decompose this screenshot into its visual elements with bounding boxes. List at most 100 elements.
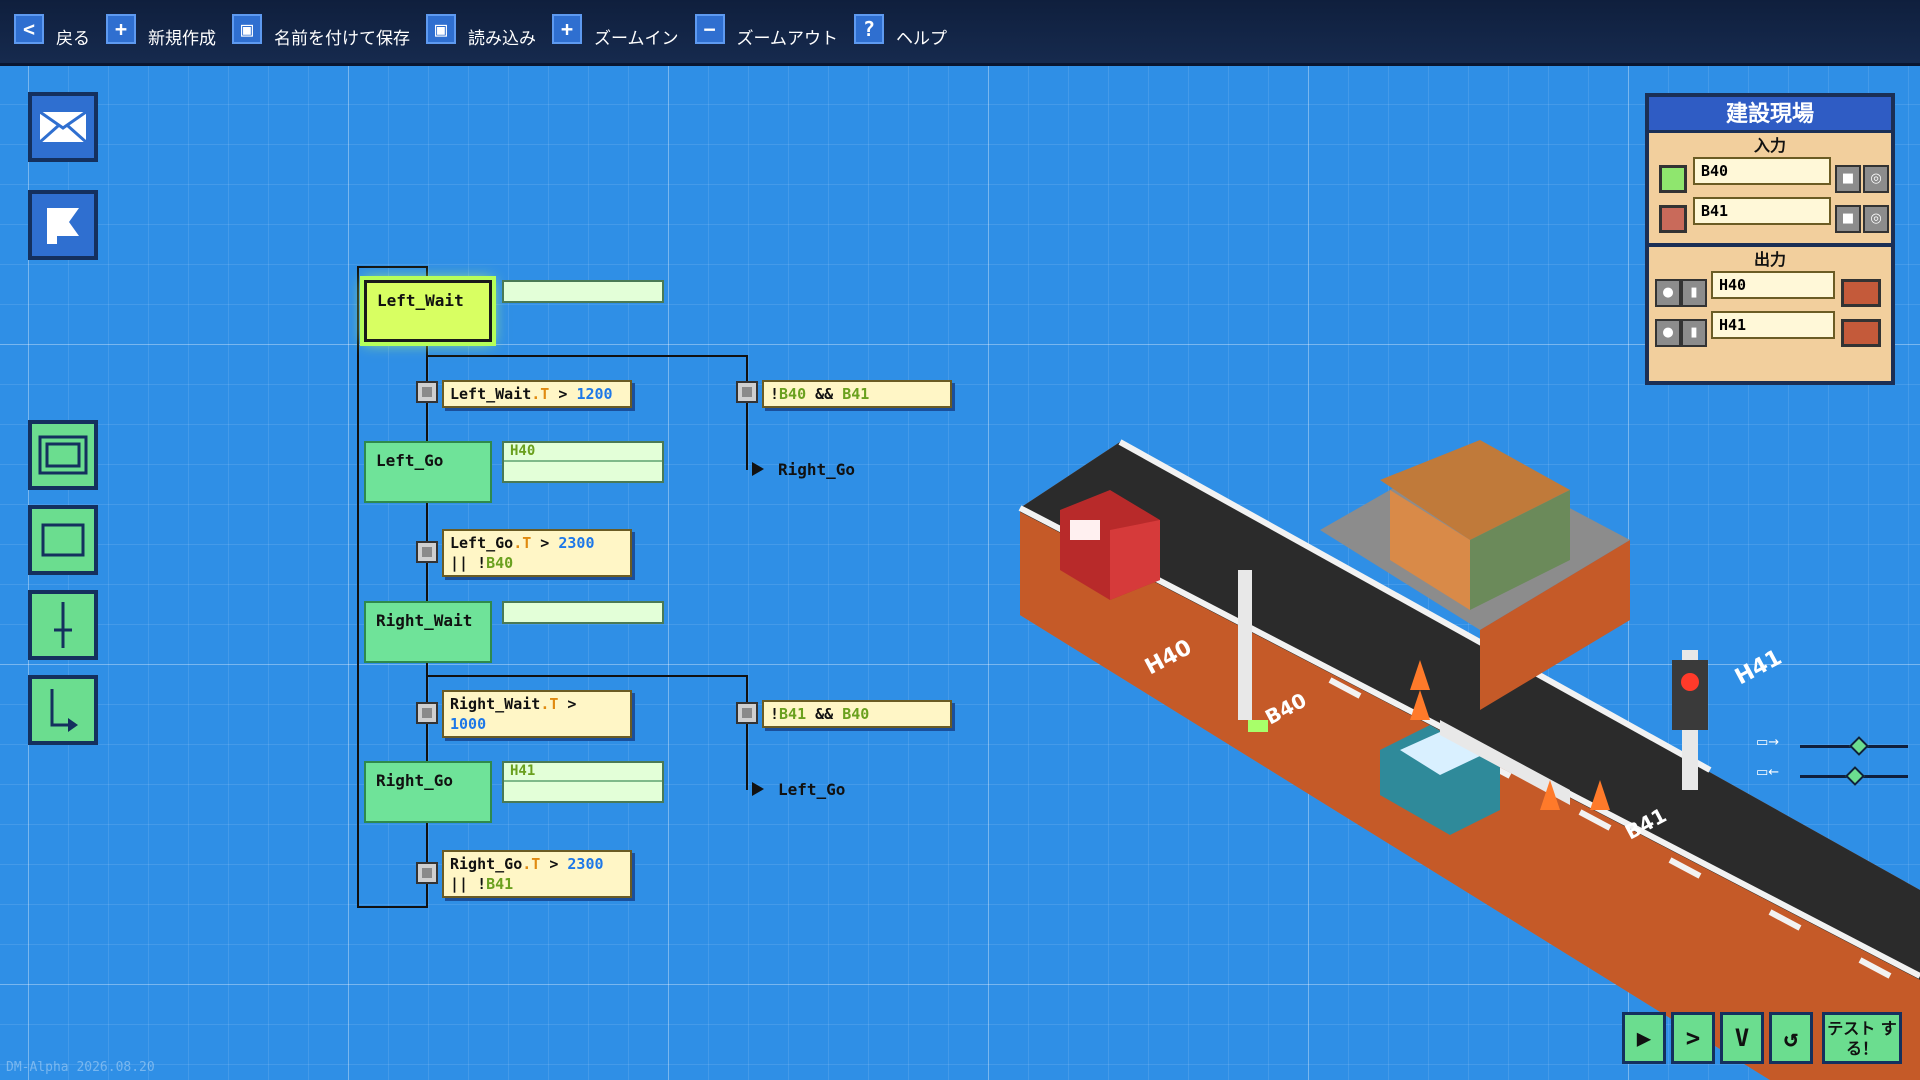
plus-icon: + xyxy=(106,13,136,44)
cond-value: 2300 xyxy=(558,534,595,552)
cond-timer: .T xyxy=(540,695,559,713)
cond-not: ! xyxy=(770,705,780,723)
cond-timer: .T xyxy=(531,385,550,403)
output-row[interactable]: ● ▮ H40 xyxy=(1649,271,1891,311)
output-field-left-wait[interactable] xyxy=(502,280,664,303)
double-square-icon xyxy=(38,435,88,475)
initial-state-tool-button[interactable] xyxy=(28,420,98,490)
sensor-pole xyxy=(1238,570,1252,720)
output-slot: H41 xyxy=(504,763,662,782)
branch2-line xyxy=(426,675,748,677)
output-slot xyxy=(504,782,662,801)
back-label: 戻る xyxy=(56,29,90,49)
speed-slider-left[interactable]: ▭← xyxy=(1756,765,1916,787)
back-button[interactable]: < 戻る xyxy=(12,0,104,65)
condition-right-go-timer[interactable]: Right_Go.T > 2300 || !B41 xyxy=(442,850,632,898)
output-field-right-go[interactable]: H41 xyxy=(502,761,664,803)
branch1-drop xyxy=(746,355,748,470)
output-slot xyxy=(504,282,662,301)
output-name-field[interactable]: H40 xyxy=(1711,271,1835,299)
sensor-led-off xyxy=(1659,205,1687,233)
lightbulb-icon: ● xyxy=(1655,319,1681,347)
condition-b41-b40[interactable]: !B41 && B40 xyxy=(762,700,952,728)
save-as-button[interactable]: ▣ 名前を付けて保存 xyxy=(230,0,424,65)
new-button[interactable]: + 新規作成 xyxy=(104,0,230,65)
condition-left-wait-timer[interactable]: Left_Wait.T > 1200 xyxy=(442,380,632,408)
slider-knob[interactable] xyxy=(1845,766,1865,786)
traffic-light xyxy=(1672,660,1708,730)
cond-state: Left_Go xyxy=(450,534,514,552)
condition-port[interactable] xyxy=(416,541,438,563)
save-as-label: 名前を付けて保存 xyxy=(274,29,410,49)
input-row[interactable]: B41 ■ ◎ xyxy=(1649,197,1891,237)
state-tool-button[interactable] xyxy=(28,505,98,575)
car-right-arrow-icon: ▭→ xyxy=(1756,735,1780,750)
cond-sensor: B40 xyxy=(779,385,807,403)
car-icon: ■ xyxy=(1835,205,1861,233)
condition-b40-b41[interactable]: !B40 && B41 xyxy=(762,380,952,408)
speed-slider-right[interactable]: ▭→ xyxy=(1756,735,1916,757)
share-icon: < xyxy=(14,13,44,44)
cond-sensor: B41 xyxy=(779,705,807,723)
cond-op: > xyxy=(531,534,559,552)
help-label: ヘルプ xyxy=(896,29,947,49)
cond-not: ! xyxy=(770,385,780,403)
load-label: 読み込み xyxy=(468,29,536,49)
traffic-light-icon: ▮ xyxy=(1681,319,1707,347)
output-row[interactable]: ● ▮ H41 xyxy=(1649,311,1891,351)
state-right-wait[interactable]: Right_Wait xyxy=(364,601,492,663)
cond-timer: .T xyxy=(513,534,532,552)
minus-icon: − xyxy=(694,13,725,44)
envelope-tool-button[interactable] xyxy=(28,92,98,162)
state-left-wait[interactable]: Left_Wait xyxy=(364,280,492,342)
input-row[interactable]: B40 ■ ◎ xyxy=(1649,157,1891,197)
step-down-button[interactable]: V xyxy=(1720,1012,1764,1064)
red-light xyxy=(1681,673,1699,691)
play-button[interactable]: ▶ xyxy=(1622,1012,1666,1064)
jump-label: Left_Go xyxy=(778,780,846,799)
input-name-field[interactable]: B41 xyxy=(1693,197,1831,225)
condition-port[interactable] xyxy=(416,862,438,884)
input-name-field[interactable]: B40 xyxy=(1693,157,1831,185)
output-slot: H40 xyxy=(504,443,662,462)
condition-right-wait-timer[interactable]: Right_Wait.T > 1000 xyxy=(442,690,632,738)
output-field-left-go[interactable]: H40 xyxy=(502,441,664,483)
cond-sensor: B41 xyxy=(842,385,870,403)
reset-button[interactable]: ↺ xyxy=(1769,1012,1813,1064)
transition-tool-button[interactable] xyxy=(28,590,98,660)
test-button[interactable]: テスト する！ xyxy=(1822,1012,1902,1064)
condition-left-go-timer[interactable]: Left_Go.T > 2300 || !B40 xyxy=(442,529,632,577)
cond-op: > xyxy=(540,855,568,873)
slider-knob[interactable] xyxy=(1849,736,1869,756)
condition-port[interactable] xyxy=(416,381,438,403)
condition-port[interactable] xyxy=(736,702,758,724)
state-right-go[interactable]: Right_Go xyxy=(364,761,492,823)
cond-sensor: B40 xyxy=(486,554,514,572)
jump-left-go[interactable]: Left_Go xyxy=(752,780,845,799)
help-button[interactable]: ? ヘルプ xyxy=(852,0,961,65)
flag-tool-button[interactable] xyxy=(28,190,98,260)
condition-port[interactable] xyxy=(736,381,758,403)
loop-top-line xyxy=(357,266,427,268)
transition-line-icon xyxy=(54,602,72,648)
branch1-line xyxy=(426,355,748,357)
cond-state: Right_Go xyxy=(450,855,523,873)
state-left-go[interactable]: Left_Go xyxy=(364,441,492,503)
step-button[interactable]: > xyxy=(1671,1012,1715,1064)
load-button[interactable]: ▣ 読み込み xyxy=(424,0,550,65)
zoom-in-button[interactable]: + ズームイン xyxy=(550,0,693,65)
sensor-led-on xyxy=(1659,165,1687,193)
output-name-field[interactable]: H41 xyxy=(1711,311,1835,339)
jump-right-go[interactable]: Right_Go xyxy=(752,460,855,479)
loop-bottom-line xyxy=(357,906,427,908)
output-field-right-wait[interactable] xyxy=(502,601,664,624)
jump-arrow-icon xyxy=(50,689,78,732)
jump-tool-button[interactable] xyxy=(28,675,98,745)
version-label: DM-Alpha 2026.08.20 xyxy=(6,1060,155,1075)
zoom-out-button[interactable]: − ズームアウト xyxy=(693,0,853,65)
output-slot xyxy=(504,462,662,481)
radio-wave-icon: ◎ xyxy=(1863,165,1889,193)
input-section-label: 入力 xyxy=(1753,136,1786,155)
cond-sensor: B41 xyxy=(486,875,514,893)
condition-port[interactable] xyxy=(416,702,438,724)
